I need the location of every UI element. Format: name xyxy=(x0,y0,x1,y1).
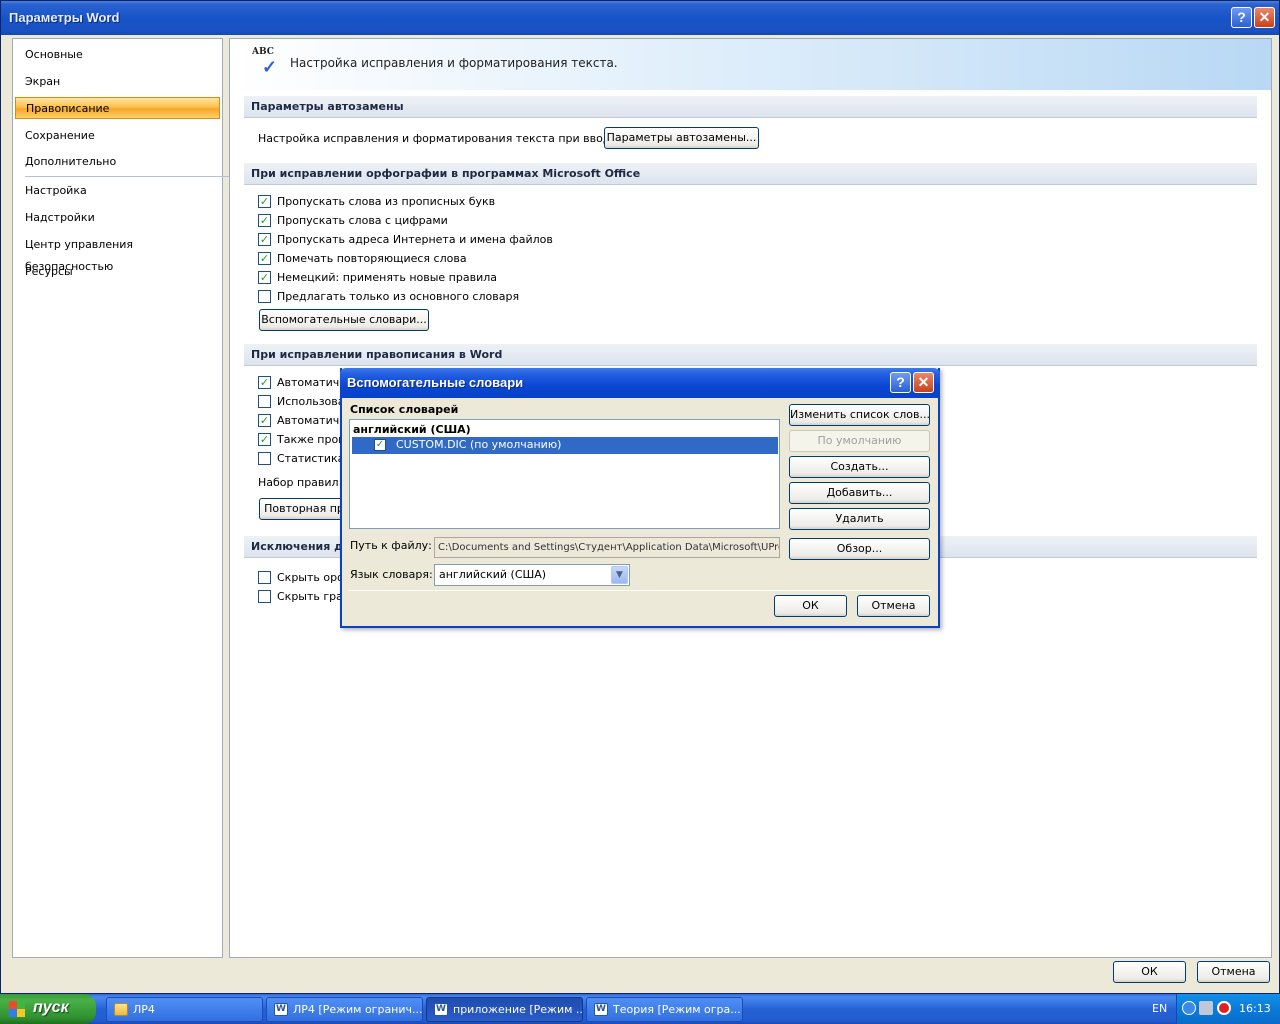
dialog-help-button[interactable]: ? xyxy=(890,372,911,393)
dictionary-item-selected[interactable]: ✓ CUSTOM.DIC (по умолчанию) xyxy=(352,437,778,454)
autocorrect-options-button[interactable]: Параметры автозамены... xyxy=(604,127,759,149)
edit-word-list-button[interactable]: Изменить список слов... xyxy=(789,404,930,426)
checkbox-german[interactable]: ✓ xyxy=(258,271,271,284)
option-numbers: Пропускать слова с цифрами xyxy=(277,214,448,227)
task-lr4-doc[interactable]: W ЛР4 [Режим огранич... xyxy=(266,997,423,1022)
window-title: Параметры Word xyxy=(9,10,120,25)
banner-text: Настройка исправления и форматирования т… xyxy=(290,56,618,70)
system-tray: 16:13 xyxy=(1176,994,1280,1024)
remove-button[interactable]: Удалить xyxy=(789,508,930,530)
dictionary-item-checkbox[interactable]: ✓ xyxy=(374,439,386,451)
folder-icon xyxy=(114,1003,128,1016)
close-button[interactable]: ✕ xyxy=(1254,7,1275,28)
option-word-1: Автоматиче xyxy=(277,376,347,389)
checkbox-main-dict[interactable] xyxy=(258,290,271,303)
checkbox-word-3[interactable]: ✓ xyxy=(258,414,271,427)
checkbox-word-2[interactable] xyxy=(258,395,271,408)
file-path-label: Путь к файлу: xyxy=(350,539,432,552)
sidebar-separator xyxy=(25,176,229,177)
cancel-button[interactable]: Отмена xyxy=(1197,961,1270,983)
section-office-spelling: При исправлении орфографии в программах … xyxy=(244,163,1257,185)
option-word-2: Использова xyxy=(277,395,345,408)
checkbox-hide-grammar[interactable] xyxy=(258,590,271,603)
recheck-button[interactable]: Повторная пр xyxy=(259,498,349,520)
section-autocorrect: Параметры автозамены xyxy=(244,96,1257,118)
dictionary-list[interactable]: английский (США) ✓ CUSTOM.DIC (по умолча… xyxy=(349,419,780,529)
dialog-separator xyxy=(348,590,932,591)
checkbox-hide-spelling[interactable] xyxy=(258,571,271,584)
option-german: Немецкий: применять новые правила xyxy=(277,271,497,284)
option-repeated: Помечать повторяющиеся слова xyxy=(277,252,467,265)
help-button[interactable]: ? xyxy=(1231,7,1252,28)
sidebar-item-display[interactable]: Экран xyxy=(15,71,220,93)
checkbox-word-1[interactable]: ✓ xyxy=(258,376,271,389)
ok-button[interactable]: ОК xyxy=(1113,961,1186,983)
dictionary-item-label: CUSTOM.DIC (по умолчанию) xyxy=(396,438,562,451)
autocorrect-label: Настройка исправления и форматирования т… xyxy=(258,132,621,145)
language-indicator[interactable]: EN xyxy=(1152,1002,1167,1015)
clock: 16:13 xyxy=(1239,1002,1271,1015)
sidebar: Основные Экран Правописание Сохранение Д… xyxy=(12,38,229,958)
dialog-ok-button[interactable]: ОК xyxy=(774,595,847,617)
add-button[interactable]: Добавить... xyxy=(789,482,930,504)
option-hide-spelling: Скрыть орф xyxy=(277,571,347,584)
dialog-title: Вспомогательные словари xyxy=(347,375,524,390)
word-icon: W xyxy=(594,1003,608,1016)
sidebar-item-trust-center[interactable]: Центр управления безопасностью xyxy=(15,234,220,273)
checkbox-internet[interactable]: ✓ xyxy=(258,233,271,246)
option-main-dict: Предлагать только из основного словаря xyxy=(277,290,520,303)
word-icon: W xyxy=(274,1003,288,1016)
taskbar: пуск ЛР4 W ЛР4 [Режим огранич... W прило… xyxy=(0,994,1280,1024)
task-appendix-doc[interactable]: W приложение [Режим ... xyxy=(426,997,583,1022)
title-bar[interactable]: Параметры Word ? ✕ xyxy=(1,1,1279,35)
browse-button[interactable]: Обзор... xyxy=(789,538,930,560)
dictionary-group: английский (США) xyxy=(353,423,471,436)
create-button[interactable]: Создать... xyxy=(789,456,930,478)
file-path-field[interactable]: C:\Documents and Settings\Студент\Applic… xyxy=(434,537,780,558)
custom-dictionaries-button[interactable]: Вспомогательные словари... xyxy=(259,309,429,331)
option-uppercase: Пропускать слова из прописных букв xyxy=(277,195,496,208)
dictionary-list-label: Список словарей xyxy=(350,403,459,416)
word-icon: W xyxy=(434,1003,448,1016)
antivirus-icon[interactable] xyxy=(1217,1001,1231,1015)
checkbox-word-4[interactable]: ✓ xyxy=(258,433,271,446)
option-word-3: Автоматиче xyxy=(277,414,347,427)
set-default-button[interactable]: По умолчанию xyxy=(789,430,930,452)
sidebar-item-proofing[interactable]: Правописание xyxy=(15,97,220,119)
task-lr4-folder[interactable]: ЛР4 xyxy=(106,997,263,1022)
banner: ABC ✓ Настройка исправления и форматиров… xyxy=(230,39,1271,90)
section-word-spelling: При исправлении правописания в Word xyxy=(244,344,1257,366)
sidebar-item-save[interactable]: Сохранение xyxy=(15,125,220,147)
volume-muted-icon[interactable] xyxy=(1199,1001,1213,1015)
start-button[interactable]: пуск xyxy=(0,994,96,1024)
checkbox-repeated[interactable]: ✓ xyxy=(258,252,271,265)
checkbox-word-5[interactable] xyxy=(258,452,271,465)
dictionary-language-value: английский (США) xyxy=(439,568,547,581)
sidebar-item-resources[interactable]: Ресурсы xyxy=(15,261,220,283)
sidebar-item-customize[interactable]: Настройка xyxy=(15,180,220,202)
chevron-down-icon[interactable]: ▼ xyxy=(611,566,628,584)
windows-logo-icon xyxy=(9,1001,25,1017)
spelling-abc-icon: ABC ✓ xyxy=(252,47,278,78)
task-theory-doc[interactable]: W Теория [Режим огра... xyxy=(586,997,743,1022)
sidebar-item-advanced[interactable]: Дополнительно xyxy=(15,151,220,173)
sidebar-item-basic[interactable]: Основные xyxy=(15,44,220,66)
dialog-title-bar[interactable]: Вспомогательные словари ? ✕ xyxy=(340,368,940,398)
checkbox-numbers[interactable]: ✓ xyxy=(258,214,271,227)
dictionary-language-label: Язык словаря: xyxy=(350,568,433,581)
chevron-left-icon[interactable] xyxy=(1182,1001,1196,1015)
rules-label: Набор правил: xyxy=(258,476,343,489)
dialog-close-button[interactable]: ✕ xyxy=(913,372,934,393)
checkbox-uppercase[interactable]: ✓ xyxy=(258,195,271,208)
dictionary-language-select[interactable]: английский (США) ▼ xyxy=(434,564,630,586)
custom-dictionaries-dialog: Вспомогательные словари ? ✕ Список слова… xyxy=(340,368,940,628)
option-internet: Пропускать адреса Интернета и имена файл… xyxy=(277,233,553,246)
dialog-cancel-button[interactable]: Отмена xyxy=(857,595,930,617)
sidebar-item-addins[interactable]: Надстройки xyxy=(15,207,220,229)
